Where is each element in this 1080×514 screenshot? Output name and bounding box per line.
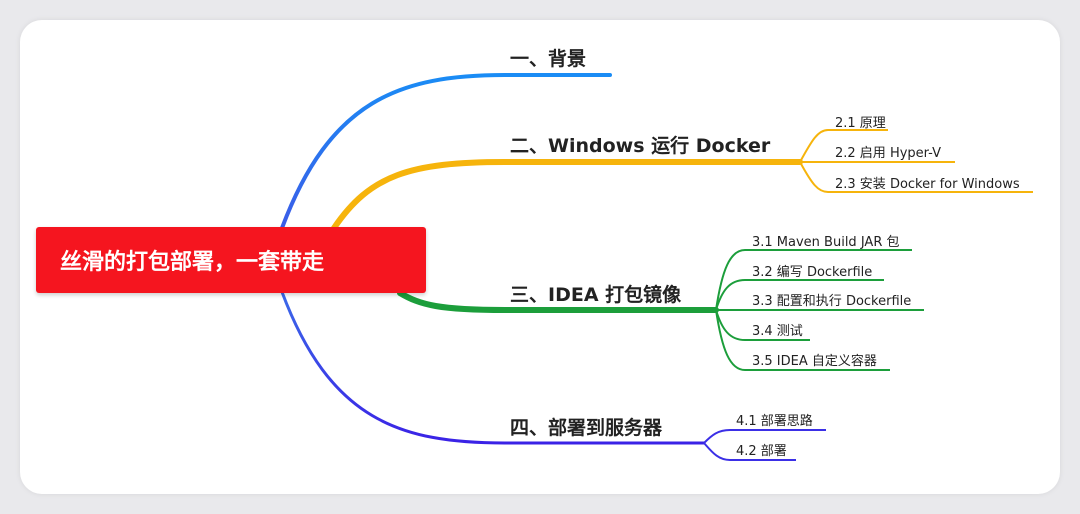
branch-node-idea-image[interactable]: 三、IDEA 打包镜像 <box>510 280 681 307</box>
leaf-label: 2.2 启用 Hyper-V <box>835 146 941 161</box>
leaf-label: 3.3 配置和执行 Dockerfile <box>752 294 912 309</box>
leaf-node-3-4[interactable]: 3.4 测试 <box>752 320 803 339</box>
leaf-node-3-5[interactable]: 3.5 IDEA 自定义容器 <box>752 350 877 369</box>
branch-label: 四、部署到服务器 <box>510 417 663 439</box>
leaf-node-2-2[interactable]: 2.2 启用 Hyper-V <box>835 142 941 161</box>
branch-label: 三、IDEA 打包镜像 <box>510 284 682 306</box>
leaf-label: 3.4 测试 <box>752 324 803 339</box>
root-node-label: 丝滑的打包部署，一套带走 <box>60 250 325 275</box>
leaf-label: 2.1 原理 <box>835 116 886 131</box>
leaf-node-2-1[interactable]: 2.1 原理 <box>835 112 886 131</box>
leaf-node-3-3[interactable]: 3.3 配置和执行 Dockerfile <box>752 290 911 309</box>
leaf-label: 3.1 Maven Build JAR 包 <box>752 235 900 250</box>
leaf-node-2-3[interactable]: 2.3 安装 Docker for Windows <box>835 173 1020 192</box>
leaf-label: 3.2 编写 Dockerfile <box>752 265 873 280</box>
leaf-node-4-1[interactable]: 4.1 部署思路 <box>736 410 813 429</box>
leaf-node-3-2[interactable]: 3.2 编写 Dockerfile <box>752 261 872 280</box>
branch-node-deploy-server[interactable]: 四、部署到服务器 <box>510 413 662 440</box>
leaf-node-4-2[interactable]: 4.2 部署 <box>736 440 787 459</box>
leaf-label: 3.5 IDEA 自定义容器 <box>752 354 877 369</box>
leaf-label: 4.2 部署 <box>736 444 787 459</box>
connector-branch-2 <box>331 159 803 231</box>
root-node[interactable]: 丝滑的打包部署，一套带走 <box>36 227 426 293</box>
leaf-label: 4.1 部署思路 <box>736 414 813 429</box>
leaf-node-3-1[interactable]: 3.1 Maven Build JAR 包 <box>752 231 899 250</box>
branch-node-windows-docker[interactable]: 二、Windows 运行 Docker <box>510 131 770 158</box>
branch-node-background[interactable]: 一、背景 <box>510 44 586 71</box>
branch-label: 二、Windows 运行 Docker <box>510 135 771 157</box>
branch-label: 一、背景 <box>510 48 587 70</box>
leaf-label: 2.3 安装 Docker for Windows <box>835 177 1020 192</box>
